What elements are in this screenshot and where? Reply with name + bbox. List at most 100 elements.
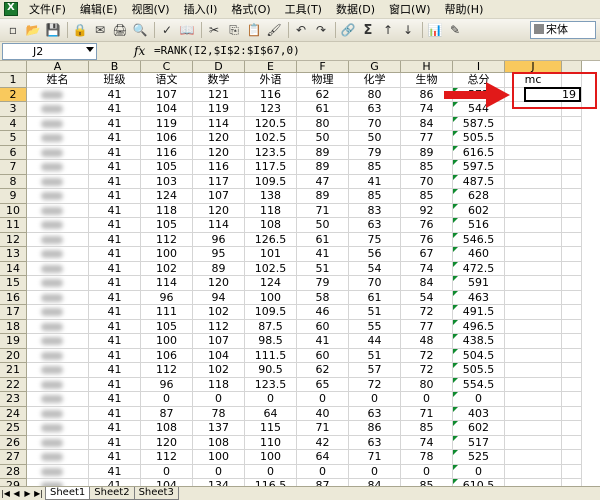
sort-asc-icon[interactable]: ↑ bbox=[379, 21, 397, 39]
table-cell[interactable]: 491.5 bbox=[453, 305, 505, 320]
table-cell[interactable]: 0 bbox=[349, 392, 401, 407]
table-cell[interactable] bbox=[562, 421, 582, 436]
table-cell[interactable]: 95 bbox=[193, 247, 245, 262]
table-cell[interactable]: 105 bbox=[141, 319, 193, 334]
table-cell[interactable]: 124 bbox=[141, 189, 193, 204]
table-cell[interactable] bbox=[27, 319, 89, 334]
table-cell[interactable]: 0 bbox=[349, 464, 401, 479]
table-cell[interactable]: 44 bbox=[349, 334, 401, 349]
table-cell[interactable] bbox=[27, 160, 89, 175]
row-header[interactable]: 3 bbox=[0, 102, 27, 117]
table-cell[interactable] bbox=[505, 116, 562, 131]
research-icon[interactable]: 📖 bbox=[178, 21, 196, 39]
table-cell[interactable]: 41 bbox=[89, 247, 141, 262]
table-cell[interactable]: 517 bbox=[453, 435, 505, 450]
table-cell[interactable] bbox=[562, 406, 582, 421]
table-cell[interactable]: 104 bbox=[141, 102, 193, 117]
table-cell[interactable]: 102 bbox=[193, 305, 245, 320]
table-cell[interactable] bbox=[505, 145, 562, 160]
table-cell[interactable]: 111.5 bbox=[245, 348, 297, 363]
table-cell[interactable]: 0 bbox=[245, 392, 297, 407]
table-cell[interactable]: 40 bbox=[297, 406, 349, 421]
header-cell[interactable]: 外语 bbox=[245, 73, 297, 88]
table-cell[interactable]: 554.5 bbox=[453, 377, 505, 392]
table-cell[interactable]: 41 bbox=[89, 435, 141, 450]
table-cell[interactable] bbox=[27, 305, 89, 320]
selected-cell-j2[interactable]: 19 bbox=[524, 87, 581, 102]
table-cell[interactable] bbox=[505, 174, 562, 189]
table-cell[interactable]: 41 bbox=[89, 377, 141, 392]
table-cell[interactable]: 85 bbox=[401, 160, 453, 175]
table-cell[interactable]: 0 bbox=[193, 464, 245, 479]
table-cell[interactable] bbox=[505, 276, 562, 291]
table-cell[interactable]: 112 bbox=[141, 450, 193, 465]
table-cell[interactable]: 591 bbox=[453, 276, 505, 291]
row-header[interactable]: 20 bbox=[0, 348, 27, 363]
table-cell[interactable] bbox=[27, 363, 89, 378]
table-cell[interactable] bbox=[562, 435, 582, 450]
table-cell[interactable] bbox=[27, 218, 89, 233]
table-cell[interactable]: 62 bbox=[297, 87, 349, 102]
table-cell[interactable]: 504.5 bbox=[453, 348, 505, 363]
table-cell[interactable]: 64 bbox=[297, 450, 349, 465]
table-cell[interactable] bbox=[505, 334, 562, 349]
table-cell[interactable]: 41 bbox=[349, 174, 401, 189]
table-cell[interactable]: 0 bbox=[401, 464, 453, 479]
row-header[interactable]: 14 bbox=[0, 261, 27, 276]
table-cell[interactable] bbox=[562, 348, 582, 363]
row-header[interactable]: 17 bbox=[0, 305, 27, 320]
table-cell[interactable]: 138 bbox=[245, 189, 297, 204]
table-cell[interactable]: 112 bbox=[141, 232, 193, 247]
table-cell[interactable]: 80 bbox=[401, 377, 453, 392]
table-cell[interactable]: 102.5 bbox=[245, 261, 297, 276]
table-cell[interactable]: 41 bbox=[89, 131, 141, 146]
table-cell[interactable] bbox=[505, 261, 562, 276]
table-cell[interactable] bbox=[562, 116, 582, 131]
table-cell[interactable]: 77 bbox=[401, 319, 453, 334]
table-cell[interactable]: 77 bbox=[401, 131, 453, 146]
table-cell[interactable] bbox=[562, 131, 582, 146]
table-cell[interactable] bbox=[505, 305, 562, 320]
table-cell[interactable]: 108 bbox=[193, 435, 245, 450]
table-cell[interactable]: 110 bbox=[245, 435, 297, 450]
table-cell[interactable]: 41 bbox=[89, 319, 141, 334]
table-cell[interactable] bbox=[562, 218, 582, 233]
table-cell[interactable]: 74 bbox=[401, 435, 453, 450]
table-cell[interactable] bbox=[505, 421, 562, 436]
table-cell[interactable]: 50 bbox=[297, 131, 349, 146]
table-cell[interactable]: 100 bbox=[193, 450, 245, 465]
table-cell[interactable]: 41 bbox=[89, 290, 141, 305]
table-cell[interactable] bbox=[505, 406, 562, 421]
table-cell[interactable] bbox=[562, 319, 582, 334]
table-cell[interactable]: 104 bbox=[141, 479, 193, 486]
header-cell[interactable]: 语文 bbox=[141, 73, 193, 88]
table-cell[interactable]: 597.5 bbox=[453, 160, 505, 175]
table-cell[interactable] bbox=[562, 174, 582, 189]
table-cell[interactable]: 460 bbox=[453, 247, 505, 262]
table-cell[interactable] bbox=[27, 406, 89, 421]
table-cell[interactable]: 41 bbox=[89, 145, 141, 160]
table-cell[interactable] bbox=[27, 464, 89, 479]
table-cell[interactable]: 63 bbox=[349, 218, 401, 233]
table-cell[interactable]: 103 bbox=[141, 174, 193, 189]
table-cell[interactable] bbox=[27, 232, 89, 247]
table-cell[interactable]: 79 bbox=[349, 145, 401, 160]
table-cell[interactable]: 108 bbox=[245, 218, 297, 233]
row-header[interactable]: 13 bbox=[0, 247, 27, 262]
table-cell[interactable]: 41 bbox=[89, 116, 141, 131]
table-cell[interactable]: 79 bbox=[297, 276, 349, 291]
chart-icon[interactable]: 📊 bbox=[426, 21, 444, 39]
table-cell[interactable]: 50 bbox=[349, 131, 401, 146]
table-cell[interactable] bbox=[505, 218, 562, 233]
table-cell[interactable]: 62 bbox=[297, 363, 349, 378]
table-cell[interactable] bbox=[562, 464, 582, 479]
menu-item[interactable]: 插入(I) bbox=[177, 0, 225, 19]
table-cell[interactable]: 41 bbox=[89, 479, 141, 486]
table-cell[interactable]: 107 bbox=[193, 334, 245, 349]
table-cell[interactable]: 496.5 bbox=[453, 319, 505, 334]
row-header[interactable]: 8 bbox=[0, 174, 27, 189]
table-cell[interactable]: 85 bbox=[349, 160, 401, 175]
sheet-nav-button[interactable]: ▶| bbox=[33, 488, 44, 500]
table-cell[interactable]: 41 bbox=[89, 160, 141, 175]
table-cell[interactable] bbox=[505, 392, 562, 407]
